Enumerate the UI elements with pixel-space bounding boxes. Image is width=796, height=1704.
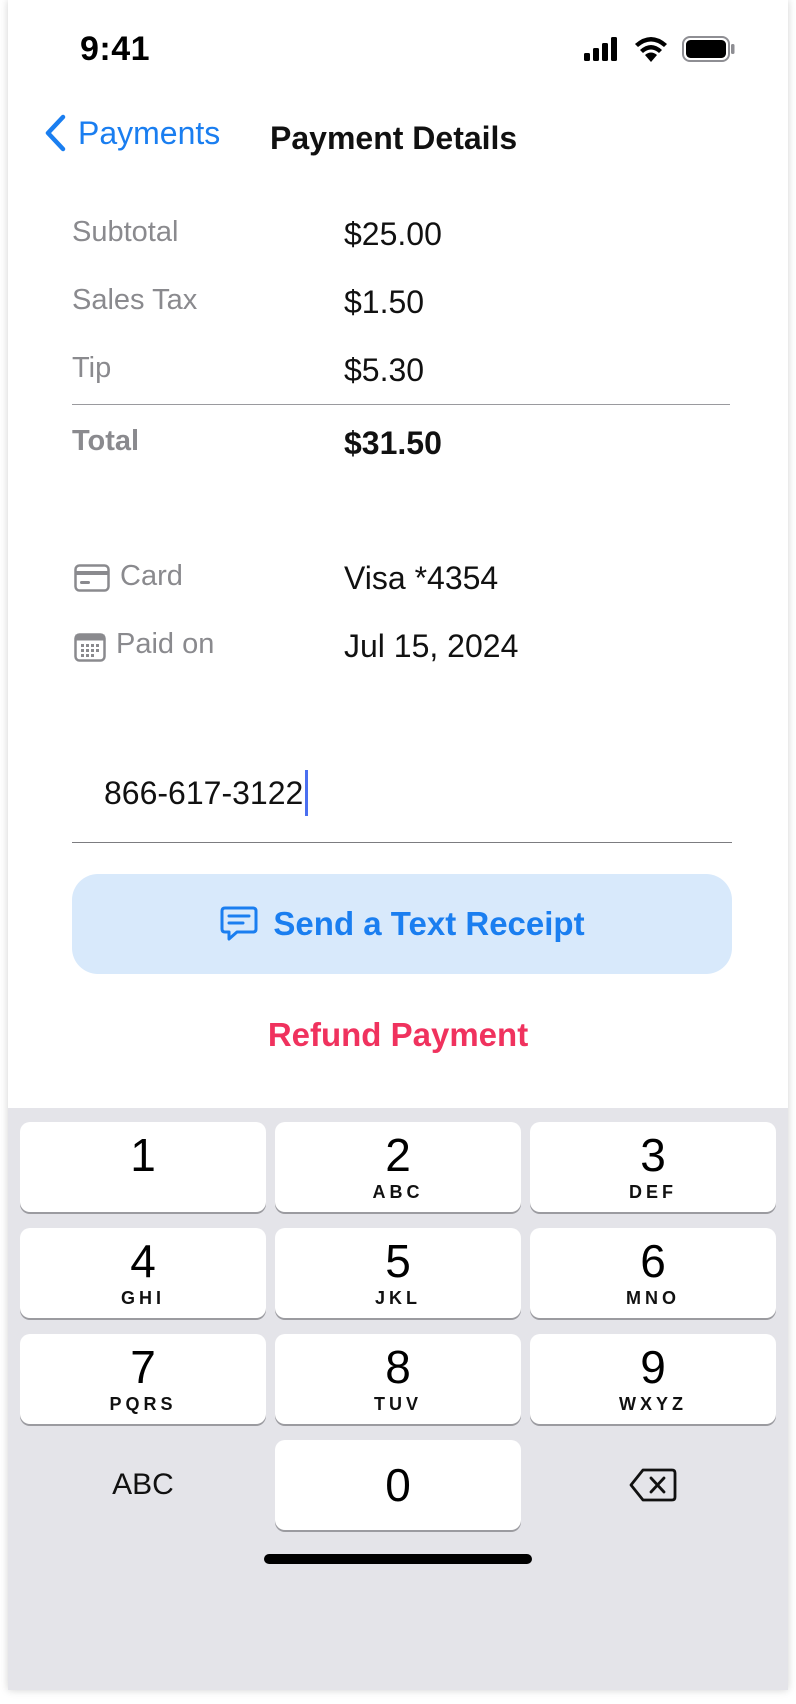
key-digit: 6 (640, 1235, 666, 1287)
summary-row-total: Total $31.50 (72, 405, 732, 485)
summary-row-sales-tax: Sales Tax $1.50 (72, 276, 732, 344)
wifi-icon (635, 37, 667, 62)
calendar-icon (74, 632, 106, 667)
key-digit: 9 (640, 1341, 666, 1393)
page-title: Payment Details (270, 120, 518, 156)
key-digit: 7 (130, 1341, 156, 1393)
backspace-icon (629, 1468, 677, 1502)
detail-row-card: Card Visa *4354 (72, 552, 732, 620)
chevron-left-icon (45, 114, 66, 152)
card-label: Card (120, 560, 183, 592)
key-letters: WXYZ (619, 1394, 687, 1414)
key-digit: 5 (385, 1235, 411, 1287)
paid-on-value: Jul 15, 2024 (344, 628, 519, 664)
abc-key-label: ABC (112, 1468, 174, 1501)
key-4[interactable]: 4 GHI (20, 1228, 266, 1318)
summary-label: Sales Tax (72, 284, 198, 316)
detail-row-paid-on: Paid on Jul 15, 2024 (72, 620, 732, 688)
key-digit: 3 (640, 1129, 666, 1181)
back-button[interactable]: Payments (44, 114, 220, 152)
status-time: 9:41 (80, 30, 151, 68)
status-bar: 9:41 (8, 0, 788, 100)
key-8[interactable]: 8 TUV (275, 1334, 521, 1424)
payment-details: Card Visa *4354 Paid on Jul 15, 2024 (72, 552, 732, 688)
key-7[interactable]: 7 PQRS (20, 1334, 266, 1424)
summary-label: Tip (72, 352, 112, 384)
cellular-signal-icon (584, 37, 617, 61)
key-letters: DEF (629, 1182, 677, 1202)
phone-number-field[interactable]: 866-617-3122 (72, 760, 732, 843)
refund-payment-button[interactable]: Refund Payment (8, 1016, 788, 1054)
home-indicator[interactable] (264, 1554, 532, 1564)
key-letters: TUV (374, 1394, 422, 1414)
key-letters: GHI (120, 1288, 165, 1308)
message-icon (220, 906, 258, 941)
payment-summary: Subtotal $25.00 Sales Tax $1.50 Tip $5.3… (72, 208, 732, 485)
summary-value: $25.00 (344, 216, 442, 252)
phone-number-input[interactable]: 866-617-3122 (104, 770, 309, 816)
key-5[interactable]: 5 JKL (275, 1228, 521, 1318)
battery-icon (682, 36, 735, 62)
summary-value: $1.50 (344, 284, 425, 320)
send-text-receipt-button[interactable]: Send a Text Receipt (72, 874, 732, 974)
summary-label: Subtotal (72, 216, 179, 248)
key-digit: 4 (130, 1235, 156, 1287)
total-label: Total (72, 425, 140, 457)
key-digit: 0 (385, 1459, 411, 1511)
summary-row-subtotal: Subtotal $25.00 (72, 208, 732, 276)
key-digit: 2 (385, 1129, 411, 1181)
key-6[interactable]: 6 MNO (530, 1228, 776, 1318)
key-1[interactable]: 1 (20, 1122, 266, 1212)
key-letters: JKL (374, 1288, 421, 1308)
key-digit: 1 (130, 1129, 156, 1181)
paid-on-label: Paid on (116, 628, 215, 660)
key-digit: 8 (385, 1341, 411, 1393)
key-3[interactable]: 3 DEF (530, 1122, 776, 1212)
send-text-receipt-label: Send a Text Receipt (273, 905, 585, 942)
text-cursor (305, 770, 309, 816)
key-letters: PQRS (109, 1394, 177, 1414)
phone-screen: 9:41 Payments Payment Details Subtotal $… (8, 0, 788, 1690)
card-value: Visa *4354 (344, 560, 499, 596)
credit-card-icon (74, 564, 110, 597)
summary-row-tip: Tip $5.30 (72, 344, 732, 404)
phone-number-value: 866-617-3122 (104, 774, 304, 811)
key-letters: ABC (372, 1182, 424, 1202)
key-letters: MNO (626, 1288, 680, 1308)
numeric-keypad: 1 2 ABC 3 DEF 4 GHI 5 JKL 6 MNO 7 PQRS 8 (8, 1108, 788, 1690)
key-0[interactable]: 0 (275, 1440, 521, 1530)
total-value: $31.50 (344, 425, 442, 461)
key-2[interactable]: 2 ABC (275, 1122, 521, 1212)
navigation-bar: Payments Payment Details (8, 108, 788, 174)
abc-key[interactable]: ABC (20, 1440, 266, 1530)
back-button-label: Payments (78, 114, 221, 151)
summary-value: $5.30 (344, 352, 425, 388)
delete-key[interactable] (530, 1440, 776, 1530)
status-icons (584, 36, 736, 62)
key-9[interactable]: 9 WXYZ (530, 1334, 776, 1424)
